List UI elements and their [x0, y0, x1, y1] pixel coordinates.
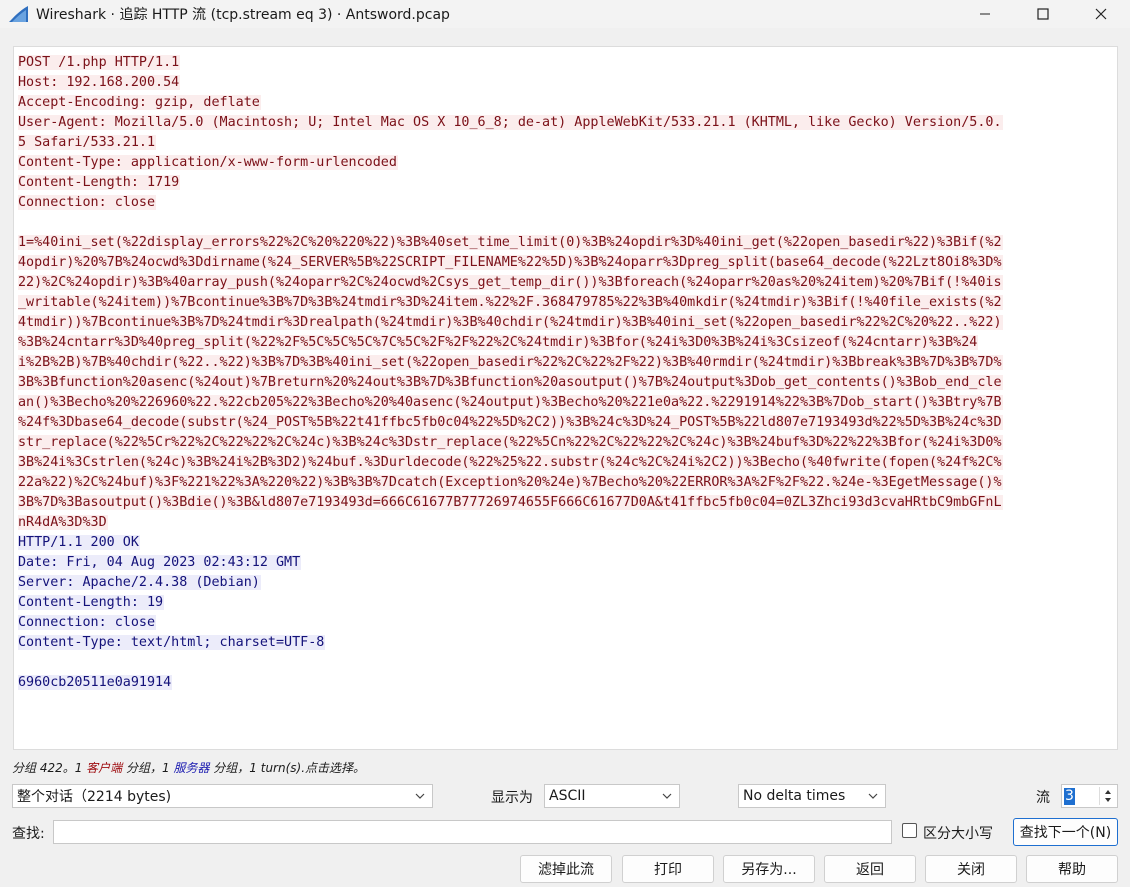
wireshark-fin-icon: [9, 6, 28, 22]
request-body: 1=%40ini_set(%22display_errors%22%2C%20%…: [18, 233, 1113, 533]
show-as-value: ASCII: [549, 788, 586, 804]
window-title: Wireshark · 追踪 HTTP 流 (tcp.stream eq 3) …: [36, 7, 450, 23]
save-as-button[interactable]: 另存为...: [723, 855, 815, 883]
request-header-line: User-Agent: Mozilla/5.0 (Macintosh; U; I…: [18, 115, 1003, 130]
show-as-label: 显示为: [491, 790, 533, 806]
request-header-line: Connection: close: [18, 195, 157, 210]
stream-number-spinbox[interactable]: 3: [1061, 784, 1118, 808]
request-body-line: 4opdir)%20%7B%24ocwd%3Ddirname(%24_SERVE…: [18, 255, 1003, 270]
request-body-line: an()%3Becho%20%226960%22.%22cb205%22%3Be…: [18, 395, 1003, 410]
response-header-line: Content-Length: 19: [18, 595, 165, 610]
status-client-word: 客户端: [86, 761, 123, 775]
title-bar: Wireshark · 追踪 HTTP 流 (tcp.stream eq 3) …: [0, 0, 1130, 28]
request-header-line: Accept-Encoding: gzip, deflate: [18, 95, 261, 110]
help-button[interactable]: 帮助: [1026, 855, 1118, 883]
request-header-line: Host: 192.168.200.54: [18, 75, 181, 90]
request-body-line: 1=%40ini_set(%22display_errors%22%2C%20%…: [18, 235, 1003, 250]
request-header-line: Content-Type: application/x-www-form-url…: [18, 155, 398, 170]
stream-text-area[interactable]: POST /1.php HTTP/1.1 Host: 192.168.200.54…: [13, 46, 1118, 750]
response-body: 6960cb20511e0a91914: [18, 675, 173, 690]
request-header-line: POST /1.php HTTP/1.1: [18, 55, 181, 70]
request-body-line: 22)%2C%24opdir)%3B%40array_push(%24oparr…: [18, 275, 1003, 290]
minimize-button[interactable]: [956, 0, 1014, 28]
conversation-select[interactable]: 整个对话（2214 bytes): [12, 784, 433, 808]
request-body-line: 22a%22)%2C%24buf)%3F%221%22%3A%220%22)%3…: [18, 475, 1003, 490]
request-header-line: 5 Safari/533.21.1: [18, 135, 157, 150]
request-body-line: 4tmdir))%7Bcontinue%3B%7D%24tmdir%3Dreal…: [18, 315, 1003, 330]
response-header-line: Content-Type: text/html; charset=UTF-8: [18, 635, 326, 650]
find-input[interactable]: [53, 820, 892, 844]
stream-status: 分组 422。1 客户端 分组，1 服务器 分组，1 turn(s).点击选择。: [12, 759, 365, 776]
delta-times-value: No delta times: [743, 788, 846, 804]
request-body-line: %24f%3Dbase64_decode(substr(%24_POST%5B%…: [18, 415, 1003, 430]
request-headers: POST /1.php HTTP/1.1 Host: 192.168.200.54…: [18, 53, 1113, 213]
maximize-button[interactable]: [1014, 0, 1072, 28]
request-body-line: 3B%24i%3Cstrlen(%24c)%3B%24i%2B%3D2)%24b…: [18, 455, 1003, 470]
minimize-icon: [980, 13, 990, 15]
delta-times-select[interactable]: No delta times: [738, 784, 886, 808]
find-label: 查找:: [12, 826, 45, 842]
spin-down-icon[interactable]: [1100, 796, 1116, 805]
response-headers: HTTP/1.1 200 OK Date: Fri, 04 Aug 2023 02…: [18, 533, 1113, 653]
maximize-icon: [1037, 8, 1049, 20]
chevron-down-icon: [415, 793, 425, 799]
request-body-line: 3B%7D%3Basoutput()%3Bdie()%3B&ld807e7193…: [18, 495, 1003, 510]
spin-up-icon[interactable]: [1100, 787, 1116, 796]
status-server-word: 服务器: [173, 761, 210, 775]
response-header-line: Date: Fri, 04 Aug 2023 02:43:12 GMT: [18, 555, 302, 570]
response-header-line: HTTP/1.1 200 OK: [18, 535, 140, 550]
response-header-line: Server: Apache/2.4.38 (Debian): [18, 575, 261, 590]
request-body-line: %3B%24cntarr%3D%40preg_split(%22%2F%5C%5…: [18, 335, 979, 350]
filter-out-stream-button[interactable]: 滤掉此流: [520, 855, 612, 883]
chevron-down-icon: [868, 793, 878, 799]
status-suffix: 分组，1 turn(s).点击选择。: [209, 761, 366, 775]
case-sensitive-label: 区分大小写: [923, 826, 993, 842]
request-body-line: 3B%3Bfunction%20asenc(%24out)%7Breturn%2…: [18, 375, 1003, 390]
status-prefix: 分组 422。1: [12, 761, 87, 775]
window-controls: [956, 0, 1130, 28]
case-sensitive-checkbox[interactable]: [902, 823, 917, 838]
request-body-line: nR4dA%3D%3D: [18, 515, 108, 530]
request-body-line: _writable(%24item))%7Bcontinue%3B%7D%3B%…: [18, 295, 1003, 310]
chevron-down-icon: [662, 793, 672, 799]
close-icon: [1095, 8, 1107, 20]
print-button[interactable]: 打印: [622, 855, 714, 883]
close-window-button[interactable]: [1072, 0, 1130, 28]
request-body-line: str_replace(%22%5Cr%22%2C%22%22%2C%24c)%…: [18, 435, 1003, 450]
back-button[interactable]: 返回: [824, 855, 916, 883]
stream-label: 流: [1036, 790, 1050, 806]
spin-arrows[interactable]: [1099, 787, 1115, 805]
request-header-line: Content-Length: 1719: [18, 175, 181, 190]
show-as-select[interactable]: ASCII: [544, 784, 680, 808]
stream-number-value: 3: [1064, 788, 1075, 805]
request-body-line: i%2B%2B)%7B%40chdir(%22..%22)%3B%7D%3B%4…: [18, 355, 1003, 370]
response-header-line: Connection: close: [18, 615, 157, 630]
status-mid: 分组，1: [122, 761, 174, 775]
conversation-select-value: 整个对话（2214 bytes): [17, 789, 172, 805]
find-next-button[interactable]: 查找下一个(N): [1013, 818, 1118, 846]
close-button[interactable]: 关闭: [925, 855, 1017, 883]
